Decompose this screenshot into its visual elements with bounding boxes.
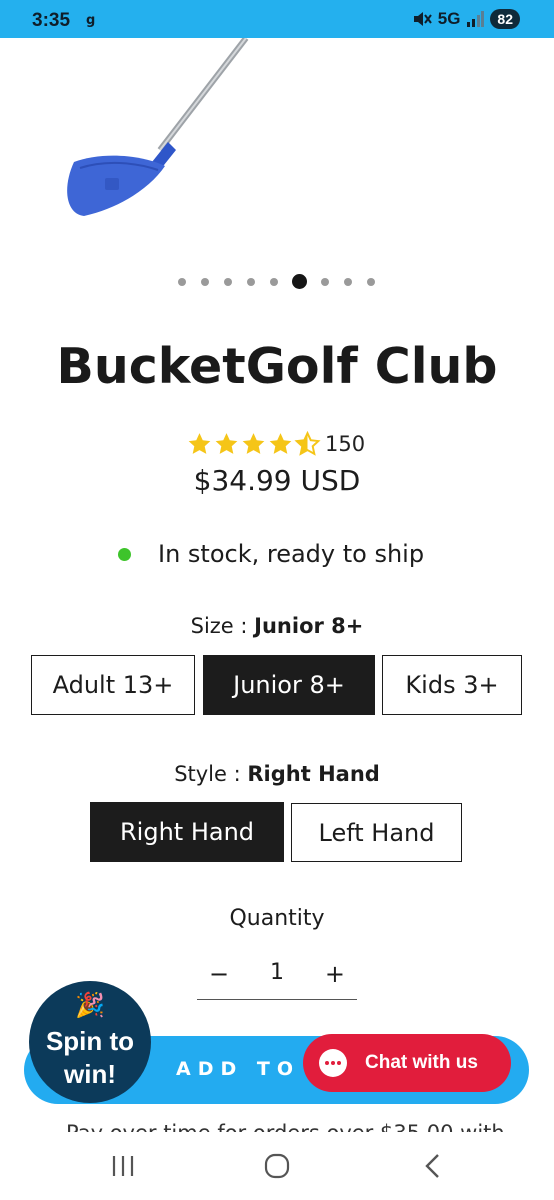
style-option-left-hand[interactable]: Left Hand (291, 803, 462, 862)
size-label: Size : Junior 8+ (0, 614, 554, 638)
carousel-dot[interactable] (270, 278, 278, 286)
mute-icon (413, 12, 432, 26)
size-selected-value: Junior 8+ (254, 614, 364, 638)
recent-apps-icon[interactable] (110, 1152, 136, 1180)
system-nav-bar (0, 1132, 554, 1200)
payment-info-text: Pay over time for orders over $35.00 wit… (0, 1121, 554, 1132)
carousel-dot[interactable] (201, 278, 209, 286)
home-icon[interactable] (263, 1152, 291, 1180)
status-time: 3:35 (32, 10, 71, 31)
spin-to-win-button[interactable]: 🎉 Spin to win! (29, 981, 151, 1103)
star-icon (242, 433, 265, 454)
signal-icon (467, 11, 485, 27)
star-icon (215, 433, 238, 454)
star-icon (188, 433, 211, 454)
size-option-junior[interactable]: Junior 8+ (203, 655, 375, 715)
rating-count: 150 (325, 432, 366, 456)
spin-to-win-label: Spin to win! (29, 1025, 151, 1091)
style-label: Style : Right Hand (0, 762, 554, 786)
battery-level: 82 (490, 9, 520, 29)
size-option-adult[interactable]: Adult 13+ (31, 655, 195, 715)
chat-bubble-icon (319, 1049, 347, 1077)
carousel-dot[interactable] (321, 278, 329, 286)
carousel-dot[interactable] (178, 278, 186, 286)
style-label-prefix: Style : (174, 762, 241, 786)
stock-text: In stock, ready to ship (158, 540, 425, 568)
carousel-dot[interactable] (367, 278, 375, 286)
product-price: $34.99 USD (193, 464, 361, 497)
status-indicators: 5G 82 (412, 9, 520, 29)
quantity-label: Quantity (229, 906, 325, 931)
quantity-stepper: − 1 + (197, 954, 357, 1000)
half-star-icon (294, 431, 321, 456)
golf-club-image (67, 36, 249, 216)
carousel-dots (0, 274, 554, 290)
stock-status: In stock, ready to ship (118, 540, 424, 568)
spin-text-line1: Spin to (45, 1026, 135, 1056)
carousel-dot[interactable] (344, 278, 352, 286)
notification-icon: g (86, 13, 96, 28)
spin-text-line2: win! (64, 1059, 116, 1089)
chat-label: Chat with us (365, 1052, 478, 1073)
stock-indicator-icon (118, 547, 131, 561)
status-bar: 3:35 g 5G 82 (0, 0, 554, 38)
payment-info-label: Pay over time for orders over $35.00 wit… (66, 1121, 505, 1132)
style-option-right-hand[interactable]: Right Hand (90, 802, 284, 862)
star-icon (269, 433, 292, 454)
quantity-decrease-button[interactable]: − (209, 960, 229, 988)
size-option-kids[interactable]: Kids 3+ (382, 655, 522, 715)
size-label-prefix: Size : (190, 614, 248, 638)
product-image[interactable] (0, 36, 554, 258)
quantity-input[interactable]: 1 (257, 960, 297, 985)
quantity-increase-button[interactable]: + (325, 960, 345, 988)
product-title: BucketGolf Club (56, 338, 498, 395)
back-icon[interactable] (422, 1152, 444, 1180)
carousel-dot[interactable] (224, 278, 232, 286)
party-popper-icon: 🎉 (75, 991, 105, 1019)
carousel-dot[interactable] (247, 278, 255, 286)
carousel-dot-active[interactable] (292, 274, 307, 289)
chat-with-us-button[interactable]: Chat with us (303, 1034, 511, 1092)
style-selected-value: Right Hand (247, 762, 380, 786)
product-rating[interactable]: 150 (186, 431, 365, 457)
network-type: 5G (437, 9, 461, 28)
